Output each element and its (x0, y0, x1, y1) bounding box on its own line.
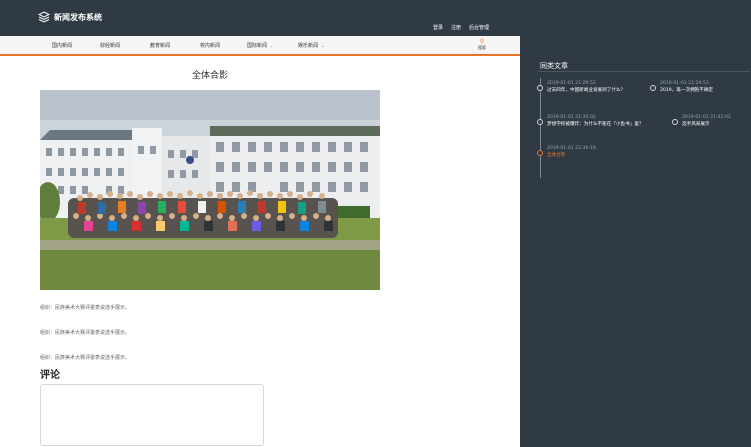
register-link[interactable]: 注册 (451, 24, 461, 31)
timeline-dot-active (537, 150, 543, 156)
timeline-dot (650, 85, 656, 91)
top-header: 新闻发布系统 登录 注册 后台管理 (0, 0, 751, 36)
timeline-title: 梦想学校被爆炸：为什么不能在「小鱼书」里？ (547, 122, 644, 127)
timeline-item[interactable]: 2019-01-01 21:29:53 2019，再一次拥抱不确定 (660, 80, 748, 94)
sidebar-title: 同类文章 (540, 62, 568, 70)
login-link[interactable]: 登录 (433, 24, 443, 31)
timeline-item[interactable]: 2019-01-01 21:29:52 过去四年，中国新闻业发展到了什么？ (547, 80, 657, 94)
timeline-axis (540, 78, 541, 178)
search-button[interactable]: ⚲ 搜索 (478, 38, 486, 51)
site-name: 新闻发布系统 (54, 12, 102, 22)
related-articles-sidebar: 同类文章 2019-01-01 21:29:52 过去四年，中国新闻业发展到了什… (520, 36, 751, 447)
search-icon: ⚲ (479, 38, 485, 45)
admin-link[interactable]: 后台管理 (469, 24, 489, 31)
timeline-title: 选手风采展示 (682, 122, 710, 127)
search-label: 搜索 (478, 45, 486, 50)
nav-item-label: 国际新闻 (247, 43, 268, 49)
account-links: 登录 注册 后台管理 (433, 24, 489, 31)
article-paragraph: 组织：民族美术大赛评委表说选手展示。 (40, 355, 131, 361)
comment-input[interactable] (40, 384, 264, 446)
timeline-date: 2019-01-01 22:36:19 (547, 146, 596, 151)
site-logo[interactable]: 新闻发布系统 (38, 11, 102, 23)
nav-item-education[interactable]: 教育新闻 (150, 42, 170, 49)
timeline-item-current[interactable]: 2019-01-01 22:36:19 全体合影 (547, 145, 657, 159)
timeline-title: 2019，再一次拥抱不确定 (660, 88, 714, 93)
timeline-dot (672, 119, 678, 125)
timeline-date: 2019-01-01 21:30:02 (547, 115, 596, 120)
nav-item-finance[interactable]: 财经新闻 (100, 42, 120, 49)
chevron-down-icon: ⌄ (270, 43, 274, 48)
comments-heading: 评论 (40, 370, 60, 381)
article-content: 全体合影 组织：民族美术大赛评委表说选手展示。 组织：民族美术大赛评委表说选手展… (0, 56, 520, 447)
timeline-title: 过去四年，中国新闻业发展到了什么？ (547, 88, 626, 93)
timeline-item[interactable]: 2019-01-01 21:30:02 梦想学校被爆炸：为什么不能在「小鱼书」里… (547, 114, 671, 128)
nav-item-label: 娱乐新闻 (298, 43, 319, 49)
article-paragraph: 组织：民族美术大赛评委表说选手展示。 (40, 330, 131, 336)
nav-item-international[interactable]: 国际新闻 ⌄ (247, 42, 273, 49)
timeline-dot (537, 119, 543, 125)
sidebar-divider (538, 71, 750, 72)
chevron-down-icon: ⌄ (321, 43, 325, 48)
nav-item-campus[interactable]: 校内新闻 (200, 42, 220, 49)
timeline-date: 2019-01-01 21:41:02 (682, 115, 731, 120)
group-photo (40, 90, 380, 290)
nav-item-entertainment[interactable]: 娱乐新闻 ⌄ (298, 42, 324, 49)
layers-icon (38, 11, 50, 23)
timeline-dot (537, 85, 543, 91)
article-title: 全体合影 (191, 71, 228, 81)
timeline-date: 2019-01-01 21:29:53 (660, 81, 709, 86)
category-nav: 国内新闻 财经新闻 教育新闻 校内新闻 国际新闻 ⌄ 娱乐新闻 ⌄ ⚲ 搜索 (0, 36, 520, 56)
timeline-date: 2019-01-01 21:29:52 (547, 81, 596, 86)
timeline-title: 全体合影 (547, 153, 566, 158)
article-paragraph: 组织：民族美术大赛评委表说选手展示。 (40, 305, 131, 311)
nav-item-domestic[interactable]: 国内新闻 (52, 42, 72, 49)
timeline-item[interactable]: 2019-01-01 21:41:02 选手风采展示 (682, 114, 748, 128)
